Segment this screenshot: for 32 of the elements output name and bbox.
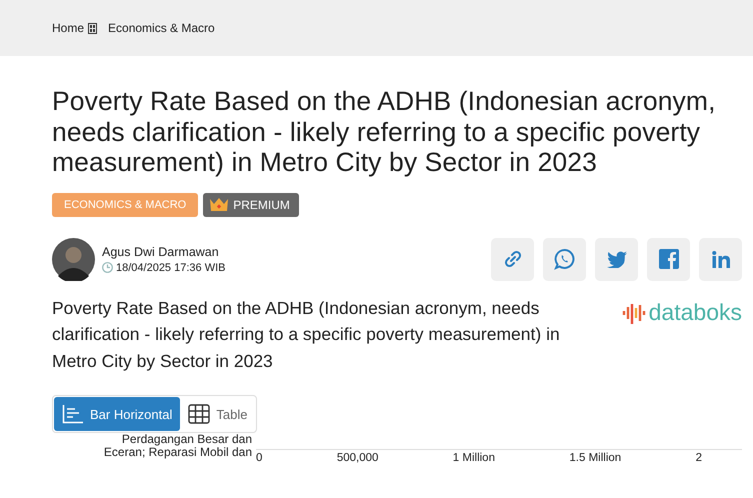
axis-tick-label: 500,000 [336,452,378,464]
article-title: Poverty Rate Based on the ADHB (Indonesian acronym, needs clarification - likely referring to a specific poverty measurement) in Metro City by Sector in 2023 [52,86,717,178]
whatsapp-icon [554,248,576,270]
copy-link-button[interactable] [491,238,534,280]
bar-chart-icon [62,404,84,424]
crown-icon [209,197,230,212]
twitter-share-button[interactable] [595,238,638,280]
avatar-icon [52,238,95,280]
facebook-icon [658,249,678,269]
facebook-share-button[interactable] [647,238,690,280]
publish-date: 18/04/2025 17:36 WIB [116,262,226,274]
category-label: Perdagangan Besar dan [122,433,252,446]
clock-icon [102,262,113,273]
premium-label: PREMIUM [233,198,290,212]
twitter-icon [606,250,626,268]
axis-tick-label: 1.5 Million [569,452,622,464]
separator-icon [88,22,98,34]
databoks-logo: databoks [622,298,742,326]
author-name[interactable]: Agus Dwi Darmawan [102,244,226,258]
linkedin-share-button[interactable] [699,238,742,280]
axis-tick-label: 0 [256,452,262,464]
chart-title: Poverty Rate Based on the ADHB (Indonesian acronym, needs clarification - likely referring to a specific poverty measurement) in Metro City by Sector in 2023 [52,296,561,373]
axis-tick-label: 2 [696,452,702,464]
whatsapp-share-button[interactable] [543,238,586,280]
table-icon [188,404,210,424]
category-label: Eceran; Reparasi Mobil dan [104,446,252,459]
axis-tick-label: 1 Million [452,452,495,464]
link-icon [504,250,522,268]
breadcrumb-link[interactable]: Home [52,21,84,35]
breadcrumb-link[interactable]: Economics & Macro [108,21,215,35]
linkedin-icon [712,250,730,268]
bar-view-tab[interactable]: Bar Horizontal [54,397,180,431]
